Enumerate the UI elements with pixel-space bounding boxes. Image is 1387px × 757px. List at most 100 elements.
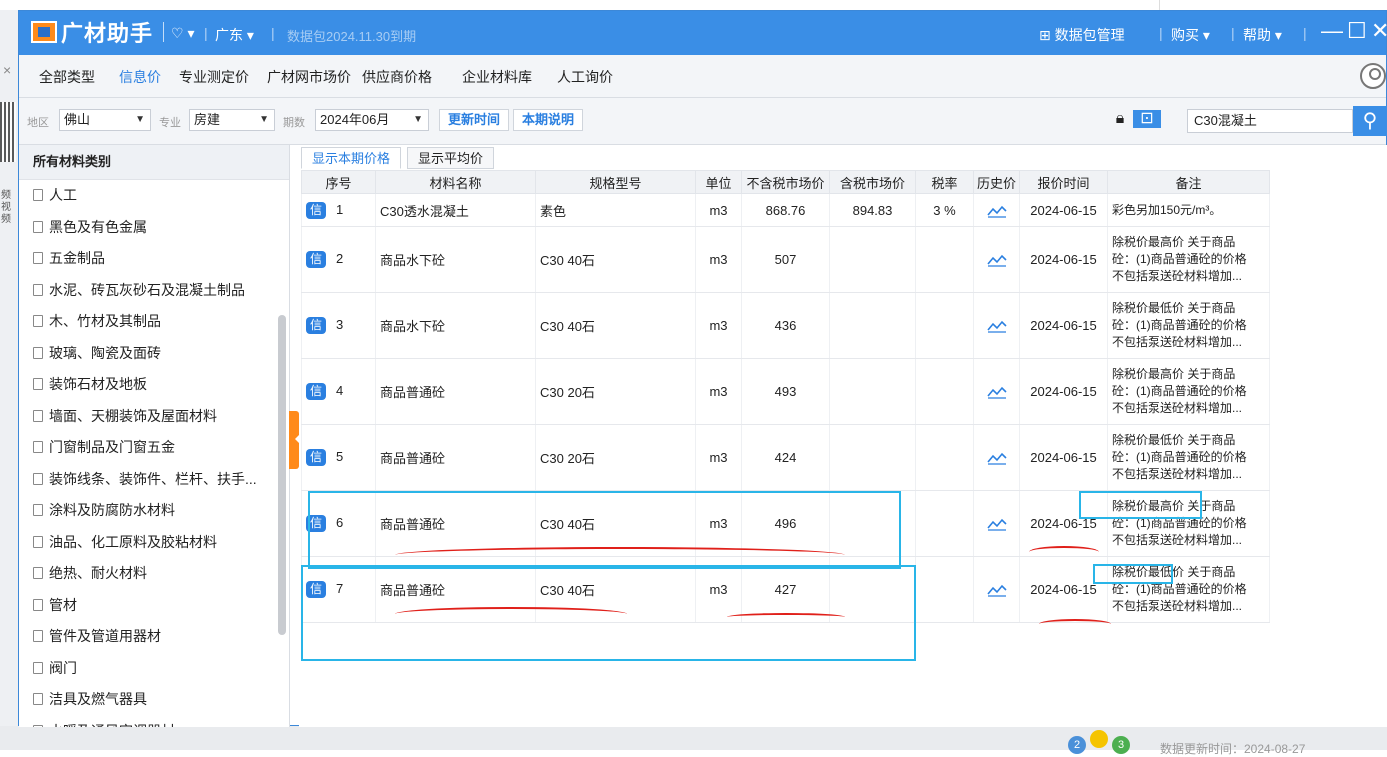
document-icon: [33, 567, 43, 579]
column-header[interactable]: 材料名称: [375, 170, 536, 194]
tab-average-price[interactable]: 显示平均价: [407, 147, 495, 169]
column-header[interactable]: 报价时间: [1019, 170, 1108, 194]
avatar-icon[interactable]: [1360, 63, 1386, 89]
info-badge[interactable]: 信: [306, 201, 326, 219]
column-header[interactable]: 不含税市场价: [741, 170, 830, 194]
buy-menu[interactable]: 购买 ▾: [1171, 25, 1210, 45]
cell-price-ex-tax: 507: [741, 226, 830, 293]
sidebar-item[interactable]: 装饰线条、装饰件、栏杆、扶手...: [19, 464, 289, 496]
sidebar-item[interactable]: 装饰石材及地板: [19, 369, 289, 401]
sidebar-item-label: 墙面、天棚装饰及屋面材料: [49, 407, 217, 424]
sidebar-item[interactable]: 水暖及通风空调器材: [19, 716, 289, 727]
cell-unit: m3: [695, 490, 742, 557]
background-close-icon[interactable]: ×: [3, 62, 11, 78]
table-row[interactable]: 信 5 商品普通砼 C30 20石 m3 424 2024-06-15 除税价最低价 关于商品…: [301, 424, 1270, 491]
sidebar-item[interactable]: 管材: [19, 590, 289, 622]
cell-quote-date: 2024-06-15: [1019, 490, 1108, 557]
cell-tax-rate: [915, 358, 974, 425]
app-logo: 广材助手: [31, 17, 165, 47]
region-menu[interactable]: 广东 ▾: [215, 25, 254, 45]
maximize-icon[interactable]: ☐: [1347, 19, 1367, 43]
sidebar-item[interactable]: 油品、化工原料及胶粘材料: [19, 527, 289, 559]
column-header[interactable]: 备注: [1107, 170, 1270, 194]
cell-spec: C30 40石: [535, 490, 696, 557]
lock-icon[interactable]: 🔒︎: [1111, 110, 1129, 128]
column-header[interactable]: 税率: [915, 170, 974, 194]
sidebar-item[interactable]: 木、竹材及其制品: [19, 306, 289, 338]
sidebar-item[interactable]: 五金制品: [19, 243, 289, 275]
sidebar-item-label: 涂料及防腐防水材料: [49, 502, 175, 518]
column-header[interactable]: 含税市场价: [829, 170, 916, 194]
period-label: 期数: [283, 117, 305, 129]
table-row[interactable]: 信 4 商品普通砼 C30 20石 m3 493 2024-06-15 除税价最高价 关于商品…: [301, 358, 1270, 425]
sidebar-item[interactable]: 墙面、天棚装饰及屋面材料: [19, 401, 289, 433]
column-header[interactable]: 单位: [695, 170, 742, 194]
tab-current-price[interactable]: 显示本期价格: [301, 147, 402, 169]
sidebar-item-label: 管材: [49, 596, 77, 613]
tab-supplier-price[interactable]: 供应商价格: [362, 67, 432, 87]
tab-professional-price[interactable]: 专业测定价: [179, 67, 249, 87]
cell-price-in-tax: [829, 358, 916, 425]
table-row[interactable]: 信 7 商品普通砼 C30 40石 m3 427 2024-06-15 除税价最低价 关于商品…: [301, 556, 1270, 623]
history-trend-icon[interactable]: [973, 226, 1020, 293]
close-icon[interactable]: ✕: [1371, 19, 1387, 43]
info-badge[interactable]: 信: [306, 581, 326, 598]
search-input[interactable]: C30混凝土: [1187, 109, 1353, 133]
table-row[interactable]: 信 3 商品水下砼 C30 40石 m3 436 2024-06-15 除税价最低价 关于商品…: [301, 292, 1270, 359]
column-header[interactable]: 序号: [301, 170, 376, 194]
cell-price-in-tax: [829, 556, 916, 623]
vip-diamond-icon[interactable]: ♡ ▾: [171, 25, 194, 42]
sidebar-item-label: 人工: [49, 187, 77, 203]
minimize-icon[interactable]: —: [1321, 19, 1343, 43]
history-trend-icon[interactable]: [973, 424, 1020, 491]
help-menu[interactable]: 帮助 ▾: [1243, 25, 1282, 45]
unlock-icon[interactable]: ⊡: [1133, 110, 1161, 128]
history-trend-icon[interactable]: [973, 490, 1020, 557]
history-trend-icon[interactable]: [973, 358, 1020, 425]
sidebar-item[interactable]: 门窗制品及门窗五金: [19, 432, 289, 464]
info-badge[interactable]: 信: [306, 515, 326, 532]
cell-quote-date: 2024-06-15: [1019, 556, 1108, 623]
sidebar-item[interactable]: 黑色及有色金属: [19, 212, 289, 244]
sidebar-item[interactable]: 阀门: [19, 653, 289, 685]
column-header[interactable]: 规格型号: [535, 170, 696, 194]
tab-all-types[interactable]: 全部类型: [39, 67, 95, 87]
info-badge[interactable]: 信: [306, 383, 326, 400]
info-badge[interactable]: 信: [306, 251, 326, 268]
background-side-text: 频视频: [1, 190, 11, 225]
period-note-button[interactable]: 本期说明: [513, 109, 584, 131]
tab-market-price[interactable]: 广材网市场价: [267, 67, 351, 87]
info-badge[interactable]: 信: [306, 449, 326, 466]
cell-price-ex-tax: 493: [741, 358, 830, 425]
search-icon[interactable]: ⚲: [1353, 106, 1387, 136]
table-row[interactable]: 信 6 商品普通砼 C30 40石 m3 496 2024-06-15 除税价最高价 关于商品…: [301, 490, 1270, 557]
cell-material-name: 商品普通砼: [375, 490, 536, 557]
sidebar-item[interactable]: 人工: [19, 180, 289, 212]
collapse-sidebar-button[interactable]: [289, 411, 299, 469]
cell-note: 除税价最高价 关于商品 砼：(1)商品普通砼的价格 不包括泵送砼材料增加...: [1107, 490, 1270, 557]
history-trend-icon[interactable]: [973, 292, 1020, 359]
sidebar-item[interactable]: 洁具及燃气器具: [19, 684, 289, 716]
table-row[interactable]: 信 2 商品水下砼 C30 40石 m3 507 2024-06-15 除税价最高价 关于商品…: [301, 226, 1270, 293]
history-trend-icon[interactable]: [973, 556, 1020, 623]
history-trend-icon[interactable]: [973, 193, 1020, 227]
tab-manual-inquiry[interactable]: 人工询价: [557, 67, 613, 87]
region-select[interactable]: 佛山 ▼: [59, 109, 151, 131]
column-header[interactable]: 历史价: [973, 170, 1020, 194]
sidebar-item[interactable]: 绝热、耐火材料: [19, 558, 289, 590]
table-row[interactable]: 信 1 C30透水混凝土 素色 m3 868.76 894.83 3 % 2024-06-15 彩…: [301, 193, 1270, 227]
sidebar-item[interactable]: 玻璃、陶瓷及面砖: [19, 338, 289, 370]
package-manage-button[interactable]: ⊞ 数据包管理: [1039, 25, 1125, 45]
sidebar-scrollbar[interactable]: [278, 315, 286, 635]
sidebar-item[interactable]: 水泥、砖瓦灰砂石及混凝土制品: [19, 275, 289, 307]
sidebar-item[interactable]: 管件及管道用器材: [19, 621, 289, 653]
sidebar-item-label: 洁具及燃气器具: [49, 691, 147, 707]
sidebar-item[interactable]: 涂料及防腐防水材料: [19, 495, 289, 527]
info-badge[interactable]: 信: [306, 317, 326, 334]
tab-info-price[interactable]: 信息价: [119, 67, 161, 87]
cell-price-in-tax: 894.83: [829, 193, 916, 227]
update-time-button[interactable]: 更新时间: [439, 109, 510, 131]
tab-enterprise-library[interactable]: 企业材料库: [462, 67, 532, 87]
specialty-select[interactable]: 房建 ▼: [189, 109, 275, 131]
period-select[interactable]: 2024年06月 ▼: [315, 109, 429, 131]
